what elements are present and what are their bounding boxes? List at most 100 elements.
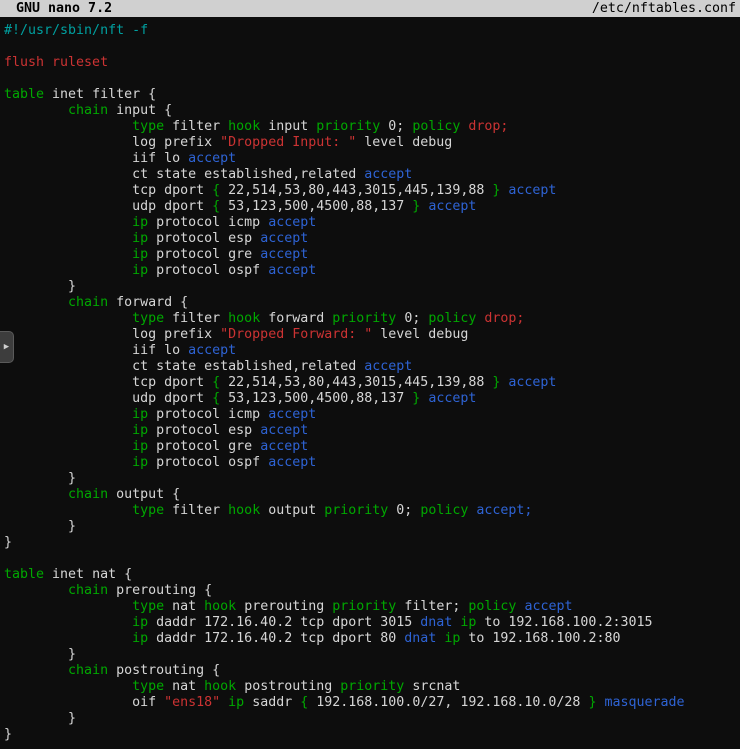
code-line: iif lo accept <box>4 343 740 359</box>
code-segment <box>4 583 68 598</box>
code-segment: ip <box>132 455 148 470</box>
code-segment <box>4 103 68 118</box>
code-segment: protocol gre <box>148 439 260 454</box>
code-segment: chain <box>68 295 108 310</box>
code-segment: hook <box>228 119 260 134</box>
code-segment: priority <box>332 311 396 326</box>
code-segment: policy <box>412 119 460 134</box>
code-segment: } <box>4 519 76 534</box>
code-segment: } <box>4 727 12 742</box>
code-segment <box>4 407 132 422</box>
code-segment: udp dport <box>4 391 212 406</box>
code-segment: hook <box>228 503 260 518</box>
code-segment: chain <box>68 663 108 678</box>
code-segment: 0; <box>380 119 412 134</box>
code-line: table inet nat { <box>4 567 740 583</box>
code-line: ip protocol esp accept <box>4 423 740 439</box>
code-segment: 53,123,500,4500,88,137 <box>220 199 412 214</box>
code-segment: } <box>4 647 76 662</box>
code-line: #!/usr/sbin/nft -f <box>4 23 740 39</box>
code-line: chain prerouting { <box>4 583 740 599</box>
code-segment: 0; <box>396 311 428 326</box>
code-segment: postrouting { <box>108 663 220 678</box>
code-segment: daddr 172.16.40.2 tcp dport 80 <box>148 631 404 646</box>
code-segment: accept <box>188 343 236 358</box>
code-segment: accept <box>268 263 316 278</box>
code-segment: 192.168.100.0/27, 192.168.10.0/28 <box>308 695 588 710</box>
code-segment: ip <box>132 423 148 438</box>
code-line: ip protocol esp accept <box>4 231 740 247</box>
code-segment <box>4 423 132 438</box>
nano-titlebar: GNU nano 7.2 /etc/nftables.conf <box>0 0 740 17</box>
code-segment: filter <box>164 311 228 326</box>
code-segment <box>220 695 228 710</box>
code-line: } <box>4 647 740 663</box>
code-segment: accept <box>508 183 556 198</box>
code-line: ip daddr 172.16.40.2 tcp dport 3015 dnat… <box>4 615 740 631</box>
code-segment: postrouting <box>236 679 340 694</box>
code-line: ip protocol gre accept <box>4 439 740 455</box>
code-segment: inet filter { <box>44 87 156 102</box>
code-segment: ip <box>132 247 148 262</box>
code-segment: to 192.168.100.2:80 <box>460 631 620 646</box>
code-segment: policy <box>468 599 516 614</box>
code-segment: type <box>132 311 164 326</box>
code-segment: filter; <box>396 599 468 614</box>
code-segment: protocol esp <box>148 231 260 246</box>
code-segment: iif lo <box>4 343 188 358</box>
code-segment: hook <box>204 679 236 694</box>
code-segment: ip <box>228 695 244 710</box>
code-segment: tcp dport <box>4 375 212 390</box>
code-segment: nat <box>164 679 204 694</box>
code-segment: flush ruleset <box>4 55 108 70</box>
code-segment: accept <box>268 455 316 470</box>
code-segment: priority <box>324 503 388 518</box>
code-line: iif lo accept <box>4 151 740 167</box>
code-line <box>4 39 740 55</box>
code-segment: protocol ospf <box>148 455 268 470</box>
code-segment: prerouting <box>236 599 332 614</box>
code-line: type filter hook output priority 0; poli… <box>4 503 740 519</box>
code-segment: prerouting { <box>108 583 212 598</box>
code-line: oif "ens18" ip saddr { 192.168.100.0/27,… <box>4 695 740 711</box>
code-segment: accept <box>268 407 316 422</box>
code-line: type filter hook forward priority 0; pol… <box>4 311 740 327</box>
code-segment: level debug <box>372 327 468 342</box>
code-segment: filter <box>164 503 228 518</box>
code-line: ip protocol ospf accept <box>4 455 740 471</box>
code-segment <box>4 263 132 278</box>
code-segment: dnat <box>404 631 436 646</box>
code-segment <box>4 439 132 454</box>
code-segment: srcnat <box>404 679 460 694</box>
editor-area[interactable]: #!/usr/sbin/nft -f flush ruleset table i… <box>0 17 740 743</box>
code-segment: forward <box>260 311 332 326</box>
code-segment: ip <box>132 439 148 454</box>
code-segment <box>4 455 132 470</box>
code-segment: accept <box>260 439 308 454</box>
code-segment: accept <box>524 599 572 614</box>
code-line: chain postrouting { <box>4 663 740 679</box>
code-segment: "ens18" <box>164 695 220 710</box>
code-segment: type <box>132 119 164 134</box>
code-segment: dnat <box>420 615 452 630</box>
code-segment <box>4 487 68 502</box>
code-segment: table <box>4 87 44 102</box>
code-segment: oif <box>4 695 164 710</box>
code-segment: { <box>212 375 220 390</box>
code-segment <box>4 119 132 134</box>
code-segment: 53,123,500,4500,88,137 <box>220 391 412 406</box>
side-panel-handle[interactable]: ▶ <box>0 331 14 363</box>
code-segment: level debug <box>356 135 452 150</box>
code-line: chain input { <box>4 103 740 119</box>
code-line: type nat hook prerouting priority filter… <box>4 599 740 615</box>
code-segment <box>4 247 132 262</box>
code-segment: 0; <box>388 503 420 518</box>
code-line: type nat hook postrouting priority srcna… <box>4 679 740 695</box>
code-segment: accept <box>428 199 476 214</box>
code-line: ip protocol gre accept <box>4 247 740 263</box>
code-segment: protocol icmp <box>148 407 268 422</box>
code-segment: priority <box>316 119 380 134</box>
code-segment: log prefix <box>4 135 220 150</box>
terminal-window: GNU nano 7.2 /etc/nftables.conf #!/usr/s… <box>0 0 740 749</box>
code-segment: priority <box>340 679 404 694</box>
